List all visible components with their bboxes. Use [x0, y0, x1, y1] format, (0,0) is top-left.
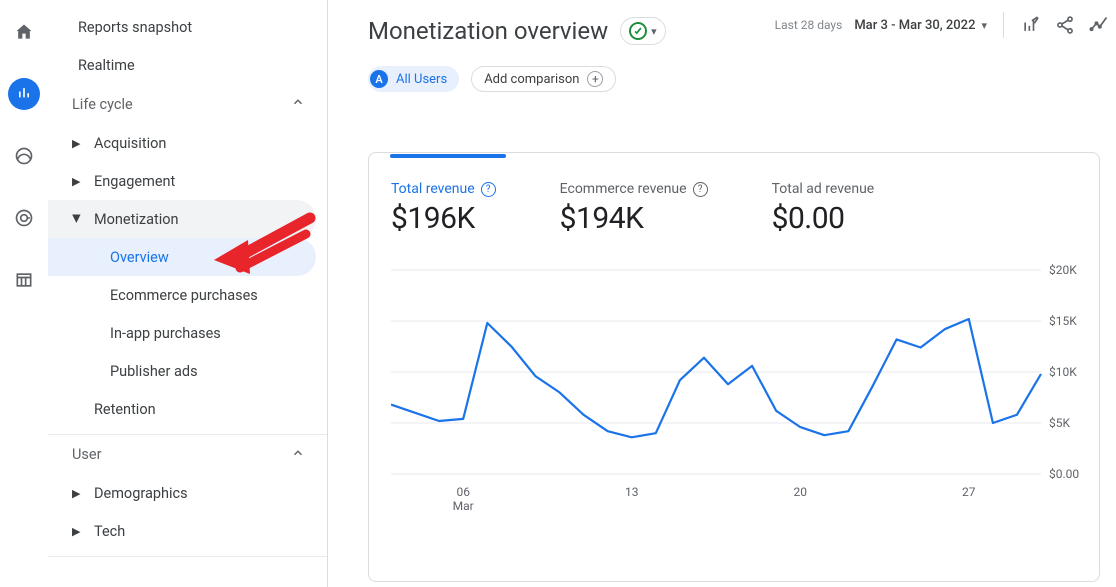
metric-value: $196K [391, 201, 496, 236]
metric-value: $194K [560, 201, 708, 236]
svg-text:27: 27 [962, 485, 976, 499]
chip-label: All Users [396, 72, 447, 87]
header-actions: Last 28 days Mar 3 - Mar 30, 2022 ▾ [775, 12, 1110, 38]
sidebar-item-overview[interactable]: Overview [48, 238, 316, 276]
metric-total-ad-revenue[interactable]: Total ad revenue $0.00 [772, 181, 875, 236]
caret-right-icon: ▶ [72, 137, 82, 150]
plus-circle-icon: + [587, 71, 603, 87]
sidebar-item-ecommerce[interactable]: Ecommerce purchases [48, 276, 316, 314]
svg-text:$20K: $20K [1049, 263, 1077, 277]
chevron-down-icon: ▾ [651, 25, 657, 38]
sidebar-item-acquisition[interactable]: ▶ Acquisition [48, 124, 327, 162]
revenue-card: Total revenue ? $196K Ecommerce revenue … [368, 152, 1100, 582]
metric-row: Total revenue ? $196K Ecommerce revenue … [391, 181, 1083, 236]
segment-chips: A All Users Add comparison + [368, 66, 616, 92]
date-range-text: Mar 3 - Mar 30, 2022 [854, 18, 975, 33]
sidebar-section-life-cycle[interactable]: Life cycle [48, 84, 327, 124]
sidebar-section-user[interactable]: User [48, 434, 327, 474]
sidebar-item-demographics[interactable]: ▶ Demographics [48, 474, 327, 512]
sidebar-item-tech[interactable]: ▶ Tech [48, 512, 327, 550]
caret-right-icon: ▶ [72, 487, 82, 500]
svg-text:13: 13 [625, 485, 639, 499]
chevron-up-icon [291, 446, 305, 464]
chip-label: Add comparison [484, 72, 579, 87]
metric-label: Total ad revenue [772, 181, 875, 197]
home-icon[interactable] [8, 16, 40, 48]
sidebar-item-monetization[interactable]: ▶ Monetization [48, 200, 316, 238]
advertising-icon[interactable] [8, 202, 40, 234]
date-preset-label: Last 28 days [775, 18, 843, 32]
svg-text:20: 20 [794, 485, 808, 499]
svg-text:$0.00: $0.00 [1049, 467, 1079, 481]
page-title: Monetization overview [368, 17, 608, 45]
caret-down-icon: ▶ [71, 214, 84, 224]
status-menu[interactable]: ▾ [620, 17, 666, 45]
sidebar-item-in-app[interactable]: In-app purchases [48, 314, 316, 352]
chevron-down-icon: ▾ [981, 19, 987, 32]
caret-right-icon: ▶ [72, 525, 82, 538]
chip-add-comparison[interactable]: Add comparison + [471, 66, 616, 92]
metric-total-revenue[interactable]: Total revenue ? $196K [391, 181, 496, 236]
sidebar: Reports snapshot Realtime Life cycle ▶ A… [48, 0, 328, 587]
insights-icon[interactable] [1088, 14, 1110, 36]
svg-text:06: 06 [456, 485, 470, 499]
metric-label: Ecommerce revenue [560, 181, 687, 197]
revenue-chart: $0.00 $5K $10K $15K $20K 06 13 20 27 Mar [391, 260, 1083, 520]
info-icon[interactable]: ? [693, 182, 708, 197]
info-icon[interactable]: ? [481, 182, 496, 197]
caret-right-icon: ▶ [72, 175, 82, 188]
metric-ecommerce-revenue[interactable]: Ecommerce revenue ? $194K [560, 181, 708, 236]
sidebar-item-engagement[interactable]: ▶ Engagement [48, 162, 327, 200]
sidebar-item-label: Demographics [94, 485, 188, 502]
segment-badge: A [370, 70, 388, 88]
svg-text:Mar: Mar [453, 499, 474, 513]
sidebar-item-retention[interactable]: Retention [48, 390, 327, 428]
sidebar-item-label: Engagement [94, 173, 175, 190]
sidebar-item-label: Tech [94, 523, 125, 540]
sidebar-item-reports-snapshot[interactable]: Reports snapshot [48, 8, 327, 46]
share-icon[interactable] [1054, 14, 1076, 36]
sidebar-item-publisher[interactable]: Publisher ads [48, 352, 316, 390]
sidebar-item-label: Retention [94, 401, 156, 418]
sidebar-item-realtime[interactable]: Realtime [48, 46, 327, 84]
chip-all-users[interactable]: A All Users [368, 66, 459, 92]
sidebar-item-label: Acquisition [94, 135, 166, 152]
section-label: Life cycle [72, 96, 133, 113]
section-label: User [72, 446, 102, 463]
date-range-picker[interactable]: Mar 3 - Mar 30, 2022 ▾ [854, 18, 987, 33]
sidebar-item-label: Monetization [94, 211, 179, 228]
metric-label: Total revenue [391, 181, 475, 197]
reports-icon[interactable] [8, 78, 40, 110]
explore-icon[interactable] [8, 140, 40, 172]
edit-chart-icon[interactable] [1020, 14, 1042, 36]
icon-rail [0, 0, 48, 587]
svg-text:$15K: $15K [1049, 314, 1077, 328]
separator [1003, 12, 1004, 38]
svg-text:$5K: $5K [1049, 416, 1070, 430]
configure-icon[interactable] [8, 264, 40, 296]
svg-text:$10K: $10K [1049, 365, 1077, 379]
metric-value: $0.00 [772, 201, 875, 236]
check-circle-icon [629, 22, 647, 40]
chevron-up-icon [291, 95, 305, 113]
